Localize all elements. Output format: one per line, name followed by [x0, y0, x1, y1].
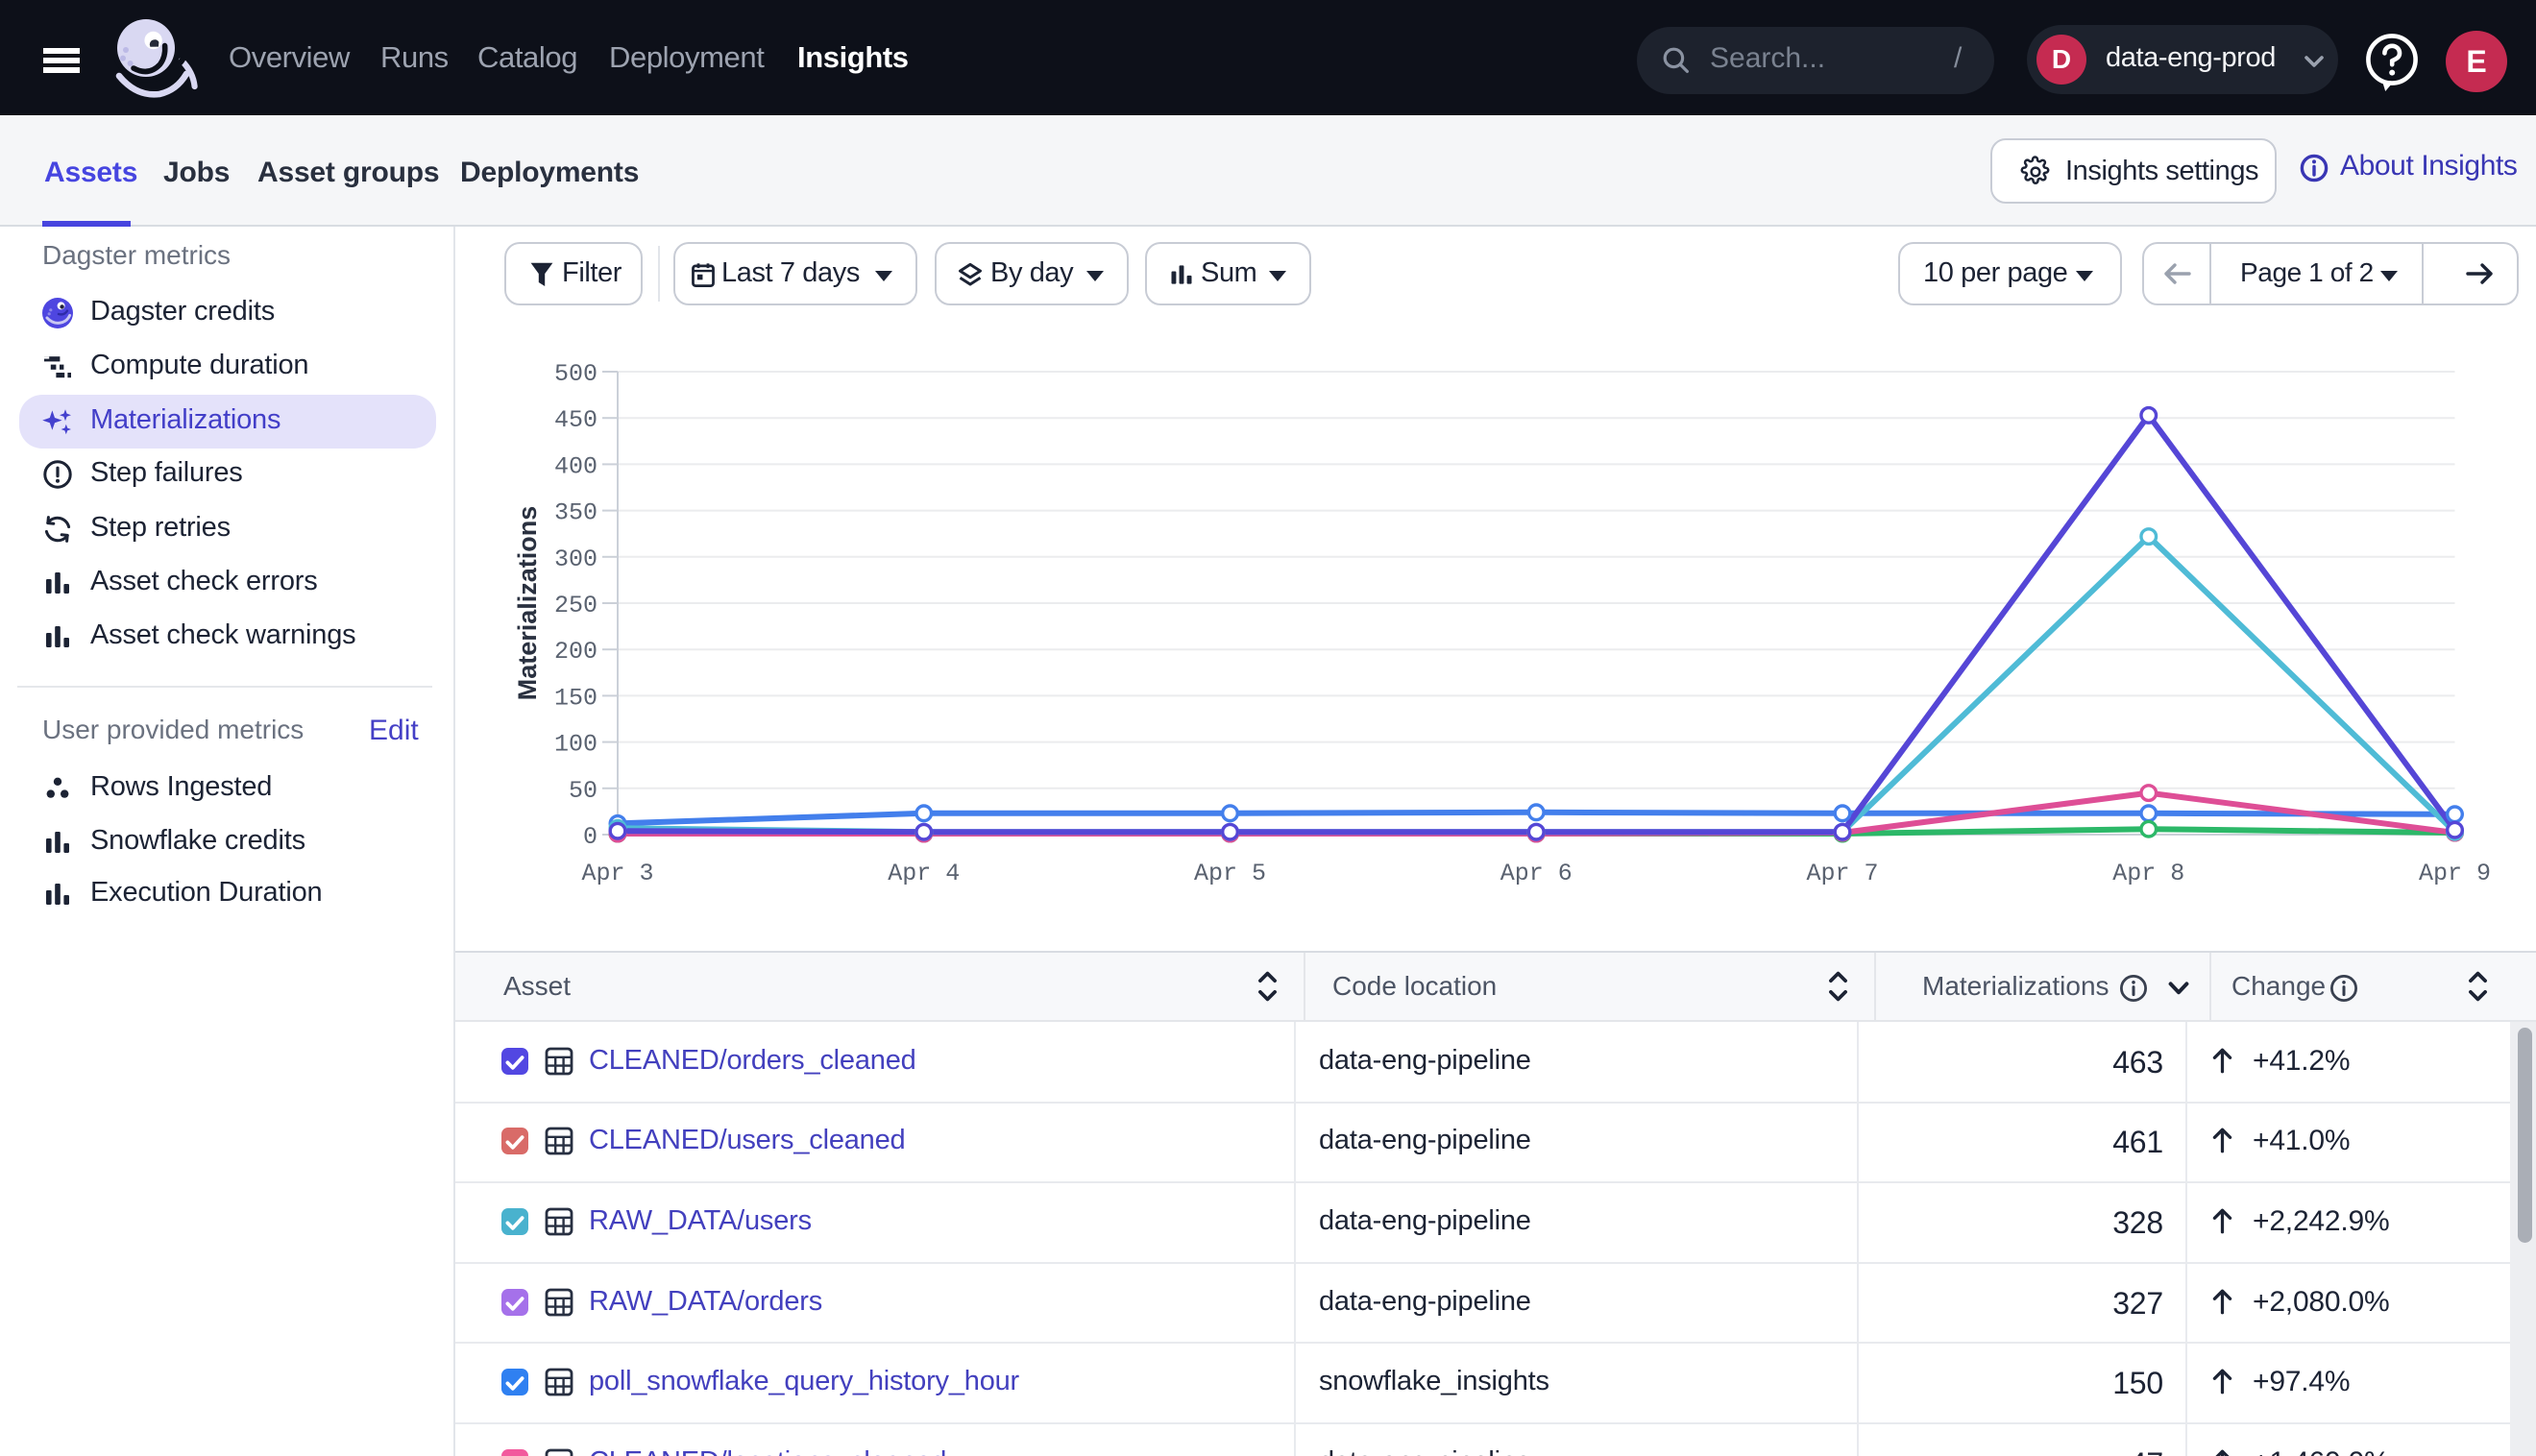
svg-text:Materializations: Materializations	[513, 506, 542, 701]
svg-text:0: 0	[583, 823, 597, 851]
svg-text:400: 400	[554, 452, 597, 480]
svg-text:100: 100	[554, 731, 597, 759]
svg-text:Apr 9: Apr 9	[2419, 860, 2491, 887]
svg-text:Apr 7: Apr 7	[1806, 860, 1878, 887]
svg-text:350: 350	[554, 499, 597, 527]
svg-text:300: 300	[554, 546, 597, 573]
svg-text:Apr 6: Apr 6	[1500, 860, 1573, 887]
svg-text:450: 450	[554, 406, 597, 434]
svg-text:500: 500	[554, 360, 597, 388]
svg-text:250: 250	[554, 592, 597, 619]
svg-text:50: 50	[569, 777, 597, 805]
svg-text:Apr 8: Apr 8	[2112, 860, 2184, 887]
svg-text:Apr 4: Apr 4	[888, 860, 960, 887]
svg-text:150: 150	[554, 684, 597, 712]
svg-text:Apr 3: Apr 3	[581, 860, 653, 887]
svg-text:200: 200	[554, 638, 597, 666]
svg-text:Apr 5: Apr 5	[1194, 860, 1266, 887]
